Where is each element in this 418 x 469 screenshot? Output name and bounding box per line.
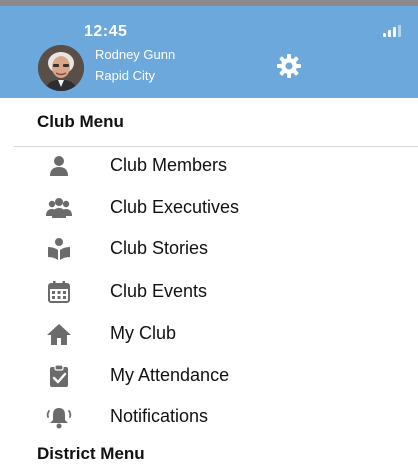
menu-item-club-members[interactable]: Club Members — [0, 146, 418, 186]
user-city: Rapid City — [95, 68, 155, 83]
menu-item-label: Notifications — [110, 406, 209, 426]
menu-item-club-events[interactable]: Club Events — [0, 272, 418, 312]
bell-icon — [46, 404, 72, 430]
menu-item-label: Club Executives — [110, 197, 240, 217]
menu-item-label: Club Stories — [110, 238, 209, 258]
app-screen: 12:45 Rodney Gunn Rapid City Club Menu C… — [0, 0, 418, 469]
calendar-icon — [46, 279, 72, 305]
book-reader-icon — [46, 236, 72, 262]
group-icon — [46, 195, 72, 221]
signal-bars-icon — [383, 25, 401, 37]
menu-item-label: Club Members — [110, 155, 228, 175]
clipboard-check-icon — [46, 363, 72, 389]
menu-item-notifications[interactable]: Notifications — [0, 397, 418, 437]
menu-item-my-club[interactable]: My Club — [0, 314, 418, 354]
avatar[interactable] — [38, 45, 84, 91]
person-icon — [46, 153, 72, 179]
district-menu-heading[interactable]: District Menu — [37, 444, 145, 464]
club-menu-heading: Club Menu — [37, 112, 124, 131]
menu-item-label: Club Events — [110, 281, 208, 301]
menu-item-my-attendance[interactable]: My Attendance — [0, 356, 418, 396]
menu-item-club-executives[interactable]: Club Executives — [0, 188, 418, 228]
menu-item-label: My Club — [110, 323, 177, 343]
status-time: 12:45 — [84, 23, 128, 40]
user-name: Rodney Gunn — [95, 47, 176, 62]
home-icon — [46, 321, 72, 347]
gear-icon[interactable] — [276, 53, 302, 79]
menu-item-club-stories[interactable]: Club Stories — [0, 229, 418, 269]
menu-item-label: My Attendance — [110, 365, 230, 385]
profile-header: 12:45 Rodney Gunn Rapid City — [0, 6, 418, 98]
